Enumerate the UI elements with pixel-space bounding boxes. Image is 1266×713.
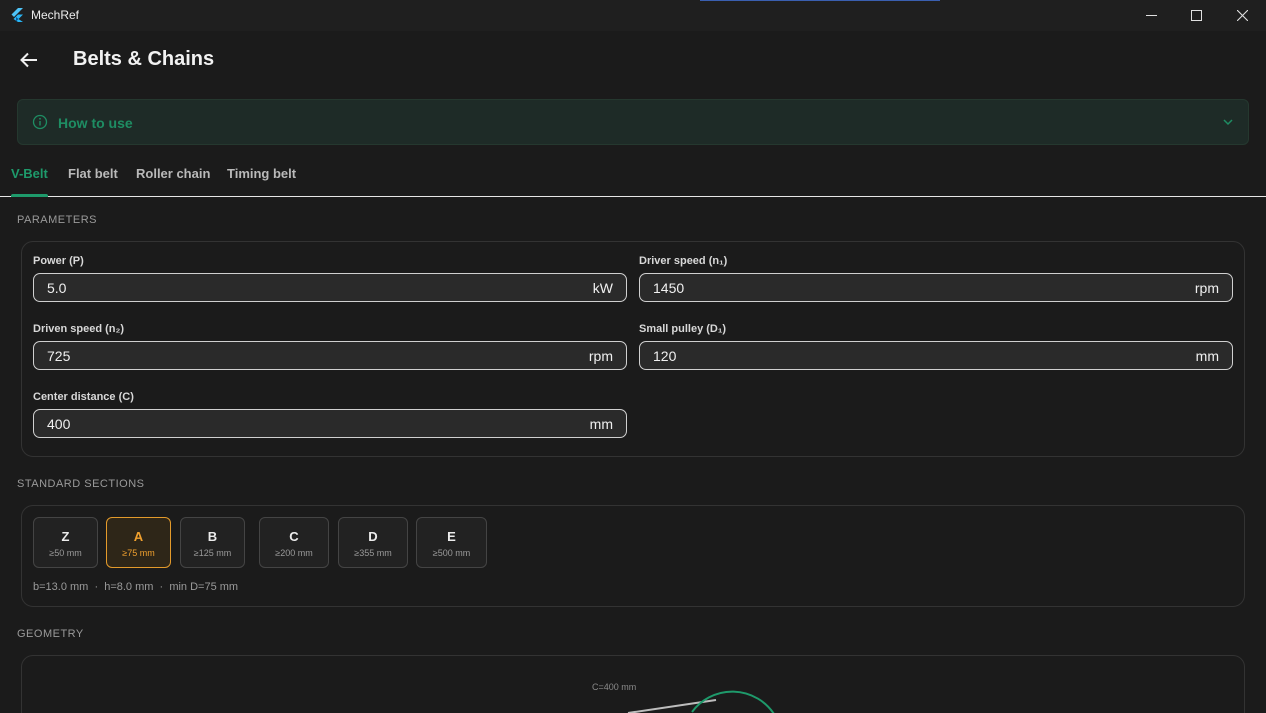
small-pulley-unit: mm: [1195, 348, 1219, 364]
center-distance-unit: mm: [589, 416, 613, 432]
section-min-diameter: ≥50 mm: [49, 548, 82, 558]
driven-speed-label: Driven speed (n₂): [33, 323, 125, 335]
driver-speed-field[interactable]: 1450 rpm: [639, 273, 1233, 302]
parameters-heading: PARAMETERS: [17, 214, 97, 226]
power-value: 5.0: [47, 280, 67, 296]
section-min-diameter: ≥500 mm: [432, 548, 471, 558]
close-button[interactable]: [1219, 0, 1265, 31]
driven-speed-unit: rpm: [588, 348, 613, 364]
section-letter: D: [368, 529, 378, 544]
section-min-diameter: ≥355 mm: [354, 548, 392, 558]
section-button-z[interactable]: Z ≥50 mm: [33, 517, 98, 568]
small-pulley-value: 120: [653, 348, 677, 364]
tab-roller-chain[interactable]: Roller chain: [136, 166, 210, 181]
section-button-e[interactable]: E ≥500 mm: [416, 517, 487, 568]
section-min-diameter: ≥200 mm: [275, 548, 313, 558]
power-unit: kW: [592, 280, 613, 296]
section-min-diameter: ≥75 mm: [122, 548, 155, 558]
tab-timing-belt[interactable]: Timing belt: [227, 166, 296, 181]
small-pulley-label: Small pulley (D₁): [639, 323, 727, 335]
section-letter: B: [207, 529, 218, 544]
geometry-heading: GEOMETRY: [17, 628, 84, 640]
center-distance-value: 400: [47, 416, 71, 432]
driven-speed-value: 725: [47, 348, 71, 364]
section-button-d[interactable]: D ≥355 mm: [338, 517, 408, 568]
how-to-use-panel[interactable]: How to use: [17, 99, 1249, 145]
tab-flat-belt[interactable]: Flat belt: [68, 166, 118, 181]
power-field[interactable]: 5.0 kW: [33, 273, 627, 302]
how-to-use-label: How to use: [58, 115, 133, 131]
section-button-c[interactable]: C ≥200 mm: [259, 517, 329, 568]
section-button-b[interactable]: B ≥125 mm: [180, 517, 245, 568]
maximize-icon: [1190, 10, 1202, 21]
tab-bar: V-Belt Flat belt Roller chain Timing bel…: [0, 160, 1266, 197]
driver-speed-unit: rpm: [1194, 280, 1219, 296]
parameters-card: Power (P) 5.0 kW Driver speed (n₁) 1450 …: [21, 241, 1245, 457]
chevron-down-icon: [1223, 119, 1233, 126]
small-pulley-field[interactable]: 120 mm: [639, 341, 1233, 370]
belt-drive-diagram: [627, 690, 775, 713]
section-letter: Z: [61, 529, 70, 544]
section-dimensions-info: b=13.0 mm · h=8.0 mm · min D=75 mm: [33, 581, 239, 593]
driver-speed-value: 1450: [653, 280, 685, 296]
minimize-button[interactable]: [1128, 0, 1174, 31]
tab-indicator: [11, 194, 48, 197]
info-icon: [32, 114, 48, 130]
driven-speed-field[interactable]: 725 rpm: [33, 341, 627, 370]
center-distance-field[interactable]: 400 mm: [33, 409, 627, 438]
center-distance-label: Center distance (C): [33, 391, 134, 403]
app-window: MechRef Belts & Chains How to use V-Belt…: [0, 0, 1266, 713]
section-letter: E: [447, 529, 456, 544]
title-bar-accent: [700, 0, 940, 1]
minimize-icon: [1145, 15, 1157, 16]
sections-card: Z ≥50 mm A ≥75 mm B ≥125 mm C ≥200 mm D …: [21, 505, 1245, 607]
maximize-button[interactable]: [1173, 0, 1219, 31]
section-letter: C: [289, 529, 299, 544]
app-title: MechRef: [31, 8, 80, 22]
geometry-card: C=400 mm: [21, 655, 1245, 713]
title-bar[interactable]: MechRef: [0, 0, 1266, 31]
tab-v-belt[interactable]: V-Belt: [11, 166, 48, 181]
flutter-logo-icon: [11, 8, 23, 22]
arrow-left-icon: [20, 52, 37, 68]
section-button-a[interactable]: A ≥75 mm: [106, 517, 171, 568]
section-letter: A: [133, 529, 144, 544]
page-title: Belts & Chains: [73, 48, 215, 70]
standard-sections-heading: STANDARD SECTIONS: [17, 478, 145, 490]
driver-speed-label: Driver speed (n₁): [639, 255, 728, 267]
close-icon: [1236, 10, 1248, 21]
section-min-diameter: ≥125 mm: [193, 548, 232, 558]
back-button[interactable]: [14, 45, 44, 75]
power-label: Power (P): [33, 255, 84, 267]
